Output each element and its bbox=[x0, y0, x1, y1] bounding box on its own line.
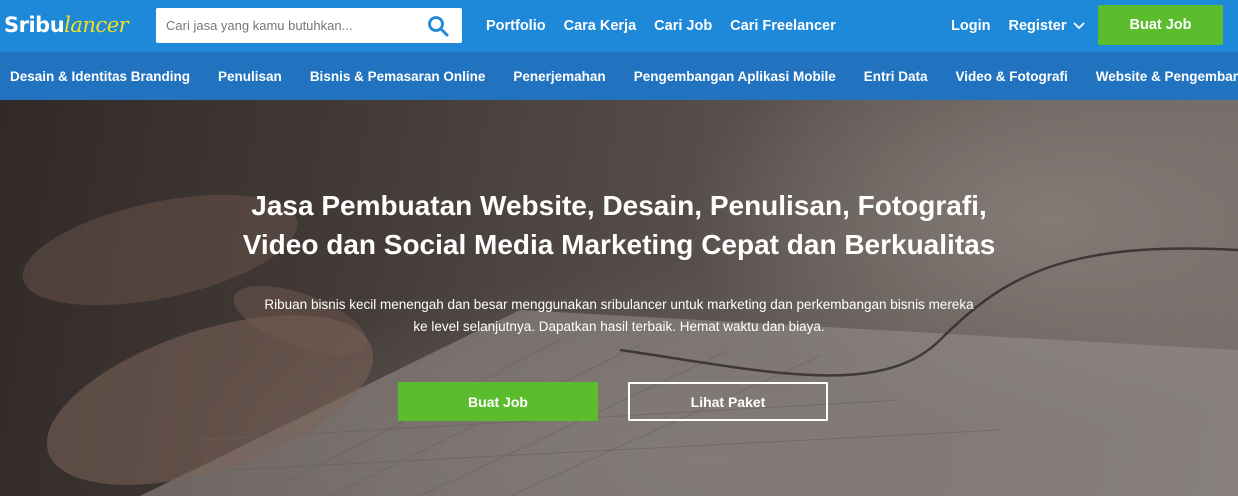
category-aplikasi-mobile[interactable]: Pengembangan Aplikasi Mobile bbox=[634, 69, 836, 84]
category-entri-data[interactable]: Entri Data bbox=[864, 69, 928, 84]
nav-link-cari-freelancer[interactable]: Cari Freelancer bbox=[730, 18, 836, 34]
hero-section: Jasa Pembuatan Website, Desain, Penulisa… bbox=[0, 100, 1238, 496]
chevron-down-icon bbox=[1072, 22, 1085, 30]
hero-post-job-button[interactable]: Buat Job bbox=[398, 382, 598, 421]
search-box bbox=[156, 8, 462, 43]
hero-title-line-1: Jasa Pembuatan Website, Desain, Penulisa… bbox=[251, 190, 987, 221]
top-navbar: Sribulancer Portfolio Cara Kerja Cari Jo… bbox=[0, 0, 1238, 52]
register-dropdown[interactable]: Register bbox=[1008, 18, 1085, 34]
category-video-fotografi[interactable]: Video & Fotografi bbox=[956, 69, 1068, 84]
hero-subtitle-line-2: ke level selanjutnya. Dapatkan hasil ter… bbox=[413, 319, 825, 334]
login-link[interactable]: Login bbox=[951, 18, 990, 34]
hero-title: Jasa Pembuatan Website, Desain, Penulisa… bbox=[0, 186, 1238, 264]
logo-part-lancer: lancer bbox=[64, 13, 129, 37]
nav-link-portfolio[interactable]: Portfolio bbox=[486, 18, 546, 34]
nav-link-cara-kerja[interactable]: Cara Kerja bbox=[564, 18, 637, 34]
sribulancer-logo[interactable]: Sribulancer bbox=[4, 8, 129, 42]
hero-view-packages-button[interactable]: Lihat Paket bbox=[628, 382, 828, 421]
post-job-button[interactable]: Buat Job bbox=[1098, 5, 1223, 45]
category-bar: Desain & Identitas Branding Penulisan Bi… bbox=[0, 52, 1238, 100]
logo-part-sribu: Sribu bbox=[4, 13, 65, 37]
category-penulisan[interactable]: Penulisan bbox=[218, 69, 282, 84]
nav-link-cari-job[interactable]: Cari Job bbox=[654, 18, 712, 34]
search-icon[interactable] bbox=[426, 14, 450, 38]
hero-subtitle-line-1: Ribuan bisnis kecil menengah dan besar m… bbox=[264, 297, 974, 312]
hero-title-line-2: Video dan Social Media Marketing Cepat d… bbox=[242, 229, 996, 260]
category-bisnis-pemasaran[interactable]: Bisnis & Pemasaran Online bbox=[310, 69, 486, 84]
search-input[interactable] bbox=[156, 9, 418, 42]
register-label: Register bbox=[1008, 18, 1067, 34]
category-website[interactable]: Website & Pengembangan bbox=[1096, 69, 1238, 84]
category-penerjemahan[interactable]: Penerjemahan bbox=[513, 69, 605, 84]
main-nav: Portfolio Cara Kerja Cari Job Cari Freel… bbox=[486, 0, 854, 52]
category-desain-branding[interactable]: Desain & Identitas Branding bbox=[10, 69, 190, 84]
hero-subtitle: Ribuan bisnis kecil menengah dan besar m… bbox=[0, 294, 1238, 338]
account-links: Login Register bbox=[951, 0, 1085, 52]
